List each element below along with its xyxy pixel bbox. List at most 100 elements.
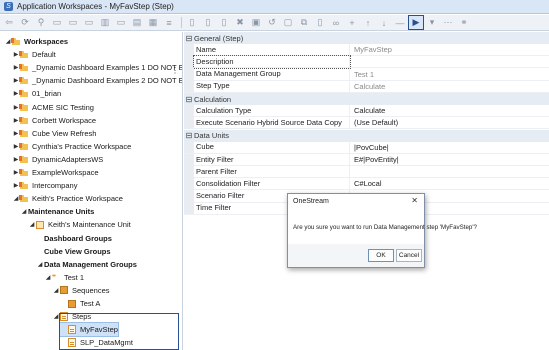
property-value[interactable]: E#|PovEntity| [350, 155, 399, 164]
toolbar-separator [181, 17, 182, 28]
property-value[interactable]: Test 1 [350, 70, 374, 79]
tree-item[interactable]: ▶ _Dynamic Dashboard Examples 2 DO NOT ED… [12, 74, 182, 87]
document-icon[interactable]: ▯ [217, 16, 231, 29]
tree-item-label: Default [32, 50, 56, 60]
property-value[interactable]: |PovCube| [350, 143, 389, 152]
document-icon[interactable]: ▯ [313, 16, 327, 29]
properties-icon[interactable]: ▣ [249, 16, 263, 29]
folder-icon [19, 116, 28, 124]
property-row[interactable]: Calculation Type Calculate [184, 104, 549, 118]
tree-item-label: Intercompany [32, 181, 78, 191]
property-value[interactable]: (Use Default) [350, 118, 398, 127]
up-arrow-icon[interactable]: ↑ [361, 16, 375, 29]
tree-item[interactable]: ◢ Data Management Groups [36, 258, 137, 271]
tree-item[interactable]: ▶ DynamicAdaptersWS [12, 153, 104, 166]
category-general[interactable]: ⊟ General (Step) [184, 32, 549, 44]
down-arrow-icon[interactable]: ↓ [377, 16, 391, 29]
tree-item-label: Cynthia's Practice Workspace [32, 141, 132, 151]
property-row[interactable]: Data Management Group Test 1 [184, 68, 549, 81]
tree-item[interactable]: ▶ _Dynamic Dashboard Examples 1 DO NOT ED… [12, 61, 182, 74]
collapse-icon[interactable]: ⊟ [184, 34, 194, 43]
tree-item[interactable]: ▶ ExampleWorkspace [12, 166, 99, 179]
tree-item-label: ExampleWorkspace [32, 168, 99, 177]
add-icon[interactable]: + [345, 16, 359, 29]
tree-item[interactable]: ▶ Cube View Refresh [12, 127, 97, 140]
back-arrow-icon[interactable]: ⇦ [2, 16, 16, 29]
refresh-icon[interactable]: ⟳ [18, 16, 32, 29]
property-row[interactable]: Entity Filter E#|PovEntity| [184, 153, 549, 166]
tree-options-icon[interactable]: ⋮ [171, 66, 179, 75]
minus-icon[interactable]: — [393, 16, 407, 29]
expand-toggle-icon[interactable]: ◢ [44, 274, 52, 281]
category-data-units[interactable]: ⊟ Data Units [184, 129, 549, 142]
grid-icon[interactable]: ▦ [146, 16, 160, 29]
property-row[interactable]: Consolidation Filter C#Local [184, 177, 549, 191]
tree-item[interactable]: ▶ Corbett Workspace [12, 114, 96, 127]
tree-item[interactable]: ▶ Default [12, 48, 56, 61]
property-grid: ⊟ General (Step) Name MyFavStep Description D… [184, 32, 549, 350]
link-icon[interactable]: ⚭ [457, 16, 471, 29]
dialog-close-icon[interactable]: ✕ [411, 196, 418, 205]
property-row[interactable]: Name MyFavStep [184, 43, 549, 57]
tree-item[interactable]: ◢ Maintenance Units [20, 205, 95, 218]
tree-item[interactable]: ◢ Keith's Practice Workspace [12, 192, 123, 205]
property-value[interactable]: C#Local [350, 179, 382, 188]
tree-item-label: Sequences [72, 285, 110, 295]
property-value[interactable]: Calculate [350, 82, 385, 91]
filter-icon[interactable]: ⚲ [34, 16, 48, 29]
folder-icon[interactable]: ▭ [66, 16, 80, 29]
tree-item[interactable]: ▶ 01_brian [12, 87, 62, 100]
category-calculation[interactable]: ⊟ Calculation [184, 93, 549, 105]
tree-item[interactable]: Cube View Groups [36, 245, 111, 258]
tree-item[interactable]: ◢ Workspaces [4, 35, 68, 48]
property-value[interactable]: Calculate [350, 106, 385, 115]
chart-icon[interactable]: ▥ [98, 16, 112, 29]
workspace-tree-panel: ◢ Workspaces ▶ Default ▶ _Dynamic Dashboard E… [0, 32, 183, 350]
property-row[interactable]: Cube |PovCube| [184, 141, 549, 154]
run-icon[interactable]: ▶ [408, 15, 424, 30]
expand-toggle-icon[interactable]: ◢ [36, 261, 44, 268]
row-gutter [184, 202, 194, 215]
expand-toggle-icon[interactable]: ◢ [20, 208, 28, 215]
folder-icon[interactable]: ▭ [82, 16, 96, 29]
tree-item[interactable]: Dashboard Groups [36, 232, 112, 245]
property-row[interactable]: Step Type Calculate [184, 80, 549, 93]
category-label: General (Step) [194, 33, 244, 43]
document-icon[interactable]: ▯ [185, 16, 199, 29]
expand-toggle-icon[interactable]: ◢ [52, 287, 60, 294]
folder-icon[interactable]: ▭ [114, 16, 128, 29]
tree-item[interactable]: ◢ Sequences [52, 284, 110, 297]
delete-icon[interactable]: ✖ [233, 16, 247, 29]
list-icon[interactable]: ≡ [162, 16, 176, 29]
tree-item[interactable]: ▶ Intercompany [12, 179, 78, 192]
ok-button[interactable]: OK [368, 249, 394, 262]
more-icon[interactable]: ⋯ [441, 16, 455, 29]
row-gutter [184, 104, 194, 117]
tree-item[interactable]: ▶ Cynthia's Practice Workspace [12, 140, 132, 153]
row-gutter [184, 165, 194, 178]
tree-item[interactable]: ◢ •• Test 1 [44, 271, 84, 284]
tree-item[interactable]: Test A [60, 297, 100, 310]
cancel-button[interactable]: Cancel [396, 249, 422, 262]
property-name: Cube [194, 141, 350, 154]
select-icon[interactable]: ▾ [425, 16, 439, 29]
collapse-icon[interactable]: ⊟ [184, 131, 194, 140]
folder-icon [19, 77, 28, 85]
property-value[interactable]: MyFavStep [350, 45, 392, 54]
toolbar: ⇦ ⟳ ⚲ ▭ ▭ ▭ ▥ ▭ ▤ ▦ ≡ ▯ ▯ ▯ ✖ ▣ ↺ ▢ ⧉ ▯ ∞ + ↑ ↓ — ▶ ▾ ⋯ ⚭ [0, 15, 549, 31]
property-row[interactable]: Execute Scenario Hybrid Source Data Copy… [184, 116, 549, 130]
expand-toggle-icon[interactable]: ◢ [28, 221, 36, 228]
folder-icon[interactable]: ▭ [50, 16, 64, 29]
property-row[interactable]: Parent Filter [184, 165, 549, 179]
binoculars-icon[interactable]: ∞ [329, 16, 343, 29]
tree-item[interactable]: ◢ Keith's Maintenance Unit [28, 218, 131, 231]
save-icon[interactable]: ▢ [281, 16, 295, 29]
tree-item[interactable]: ▶ ACME SIC Testing [12, 101, 94, 114]
document-icon[interactable]: ▯ [201, 16, 215, 29]
undo-icon[interactable]: ↺ [265, 16, 279, 29]
copy-icon[interactable]: ⧉ [297, 16, 311, 29]
collapse-icon[interactable]: ⊟ [184, 95, 194, 104]
row-gutter [184, 141, 194, 154]
table-icon[interactable]: ▤ [130, 16, 144, 29]
property-row[interactable]: Description [184, 54, 549, 69]
